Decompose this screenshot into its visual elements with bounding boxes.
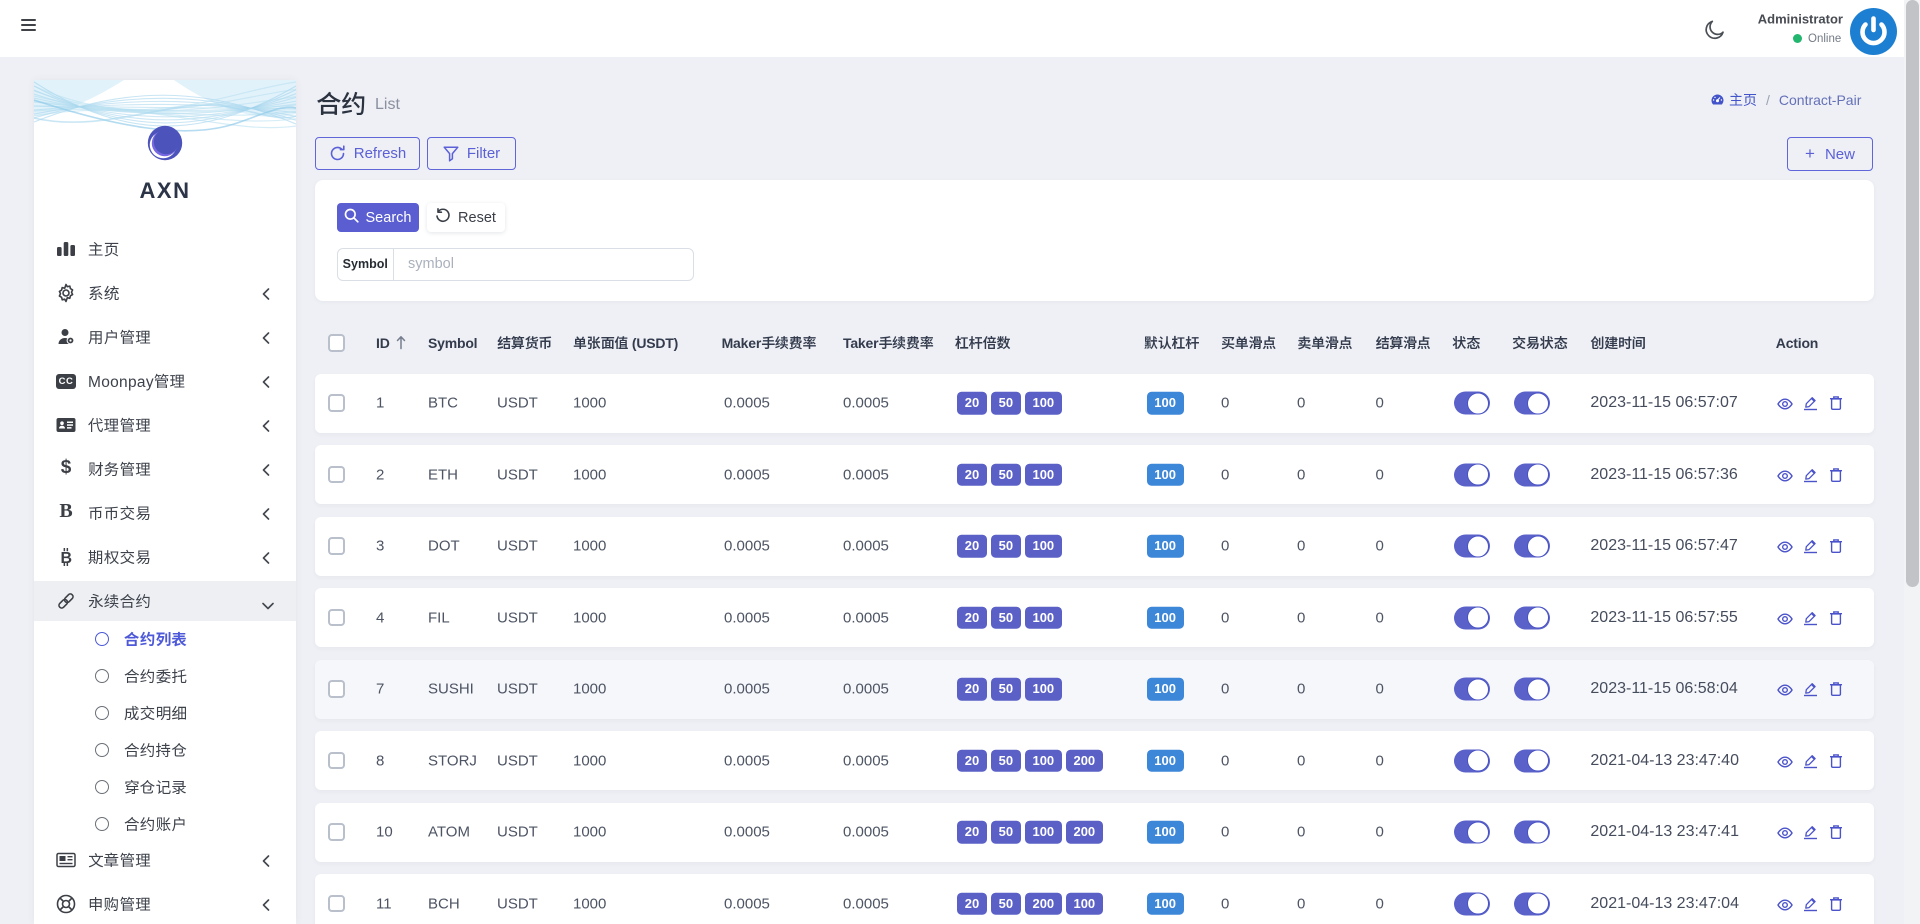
svg-text:B: B	[61, 550, 73, 567]
